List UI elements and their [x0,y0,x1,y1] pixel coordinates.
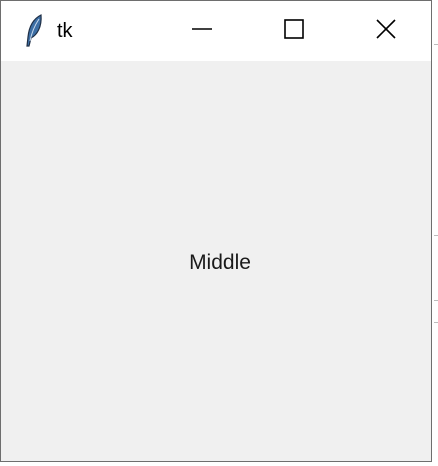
tk-feather-icon[interactable] [23,13,47,49]
desktop-background-line [434,300,438,301]
desktop-background-line [434,322,438,323]
maximize-icon [283,18,305,45]
middle-label: Middle [189,251,251,274]
tk-window: tk Middle [0,0,432,462]
window-client-area: Middle [1,61,431,461]
desktop-background-line [434,235,438,236]
close-icon [375,18,397,45]
close-button[interactable] [340,1,431,61]
maximize-button[interactable] [248,1,340,61]
title-bar[interactable]: tk [1,1,431,61]
minimize-button[interactable] [156,1,248,61]
desktop-background-line [434,44,438,45]
window-title: tk [57,20,73,42]
minimize-icon [191,18,213,45]
